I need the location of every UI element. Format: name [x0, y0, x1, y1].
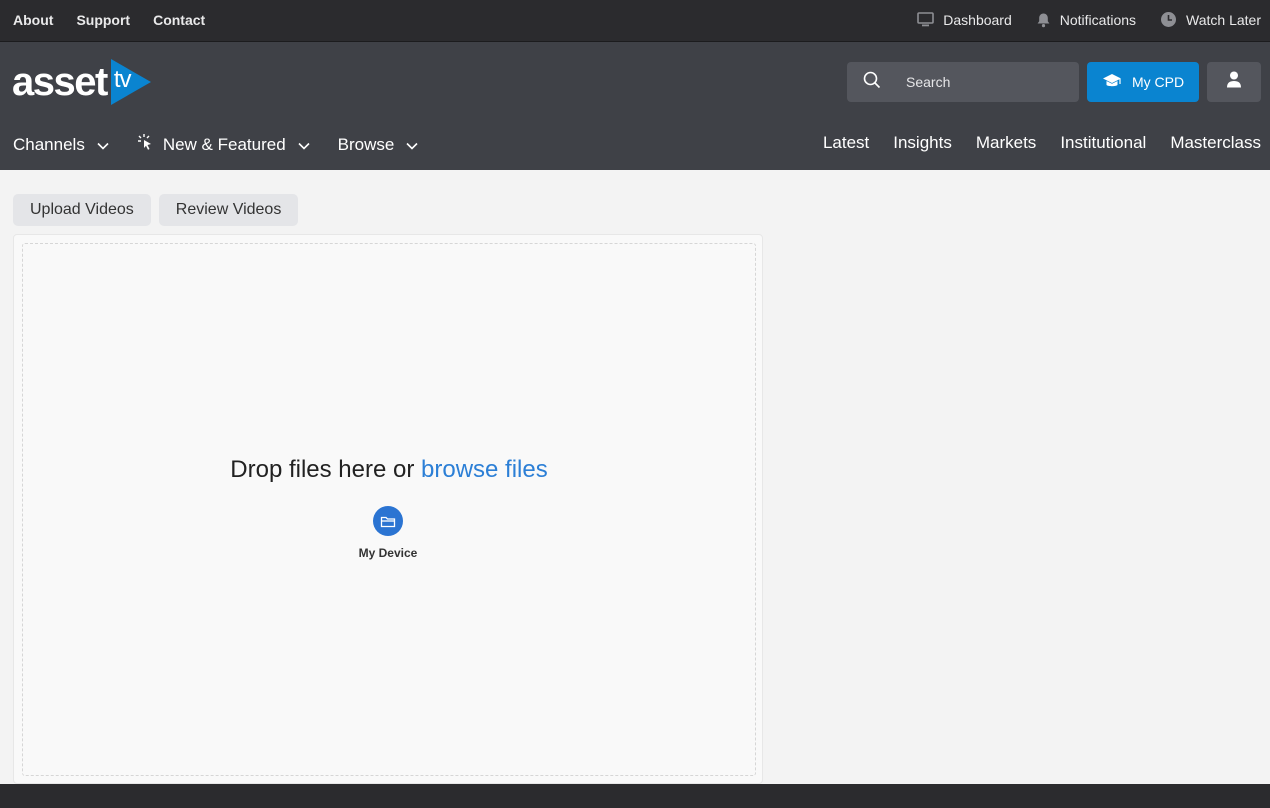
upload-panel: Drop files here or browse files My Devic…: [13, 234, 763, 784]
site-header: asset tv My CPD Channels: [0, 42, 1270, 170]
search-input[interactable]: [906, 74, 1056, 90]
nav-insights[interactable]: Insights: [893, 133, 952, 153]
watch-later-link[interactable]: Watch Later: [1186, 12, 1261, 28]
support-link[interactable]: Support: [76, 12, 130, 28]
dashboard-item[interactable]: Dashboard: [917, 12, 1012, 28]
graduation-cap-icon: [1102, 73, 1122, 92]
browse-dropdown[interactable]: Browse: [338, 135, 419, 155]
tab-review-videos[interactable]: Review Videos: [158, 194, 299, 226]
nav-latest[interactable]: Latest: [823, 133, 869, 153]
bell-icon: [1036, 12, 1051, 28]
notifications-item[interactable]: Notifications: [1036, 12, 1136, 28]
logo-tv-text: tv: [113, 66, 132, 93]
utility-links: About Support Contact: [13, 12, 205, 28]
chevron-down-icon: [298, 135, 310, 155]
channels-dropdown[interactable]: Channels: [13, 135, 109, 155]
my-cpd-label: My CPD: [1131, 74, 1185, 90]
watch-later-item[interactable]: Watch Later: [1160, 11, 1261, 28]
main-nav-links: Latest Insights Markets Institutional Ma…: [823, 133, 1261, 153]
logo[interactable]: asset tv: [12, 57, 153, 107]
new-featured-dropdown[interactable]: New & Featured: [137, 133, 310, 156]
search-box[interactable]: [847, 62, 1079, 102]
user-icon: [1226, 71, 1242, 93]
footer-bar: [0, 784, 1270, 808]
nav-markets[interactable]: Markets: [976, 133, 1036, 153]
nav-masterclass[interactable]: Masterclass: [1170, 133, 1261, 153]
contact-link[interactable]: Contact: [153, 12, 205, 28]
nav-institutional[interactable]: Institutional: [1060, 133, 1146, 153]
channels-label: Channels: [13, 134, 85, 154]
utility-bar: About Support Contact Dashboard Notifica…: [0, 0, 1270, 42]
my-cpd-button[interactable]: My CPD: [1087, 62, 1199, 102]
notifications-link[interactable]: Notifications: [1060, 12, 1136, 28]
play-icon: tv: [109, 57, 153, 107]
video-tabs: Upload Videos Review Videos: [13, 194, 299, 226]
browse-label: Browse: [337, 134, 395, 154]
dashboard-link[interactable]: Dashboard: [943, 12, 1012, 28]
clock-icon: [1160, 11, 1177, 28]
folder-icon: [373, 506, 403, 536]
chevron-down-icon: [406, 135, 418, 155]
file-dropzone[interactable]: Drop files here or browse files My Devic…: [22, 243, 756, 776]
browse-files-link[interactable]: browse files: [421, 456, 548, 483]
chevron-down-icon: [97, 135, 109, 155]
account-button[interactable]: [1207, 62, 1261, 102]
main-nav-dropdowns: Channels New & Featured Browse: [13, 133, 446, 156]
logo-wordmark: asset: [12, 60, 108, 104]
search-icon: [847, 71, 881, 94]
drop-instructions: Drop files here or browse files: [23, 456, 755, 484]
my-device-label: My Device: [358, 546, 418, 560]
monitor-icon: [917, 12, 935, 27]
my-device-button[interactable]: My Device: [356, 506, 420, 560]
about-link[interactable]: About: [13, 12, 53, 28]
drop-text: Drop files here or: [230, 456, 415, 483]
tab-upload-videos[interactable]: Upload Videos: [13, 194, 151, 226]
sparkle-cursor-icon: [137, 133, 154, 156]
utility-actions: Dashboard Notifications Watch Later: [917, 11, 1261, 28]
new-featured-label: New & Featured: [162, 134, 286, 154]
